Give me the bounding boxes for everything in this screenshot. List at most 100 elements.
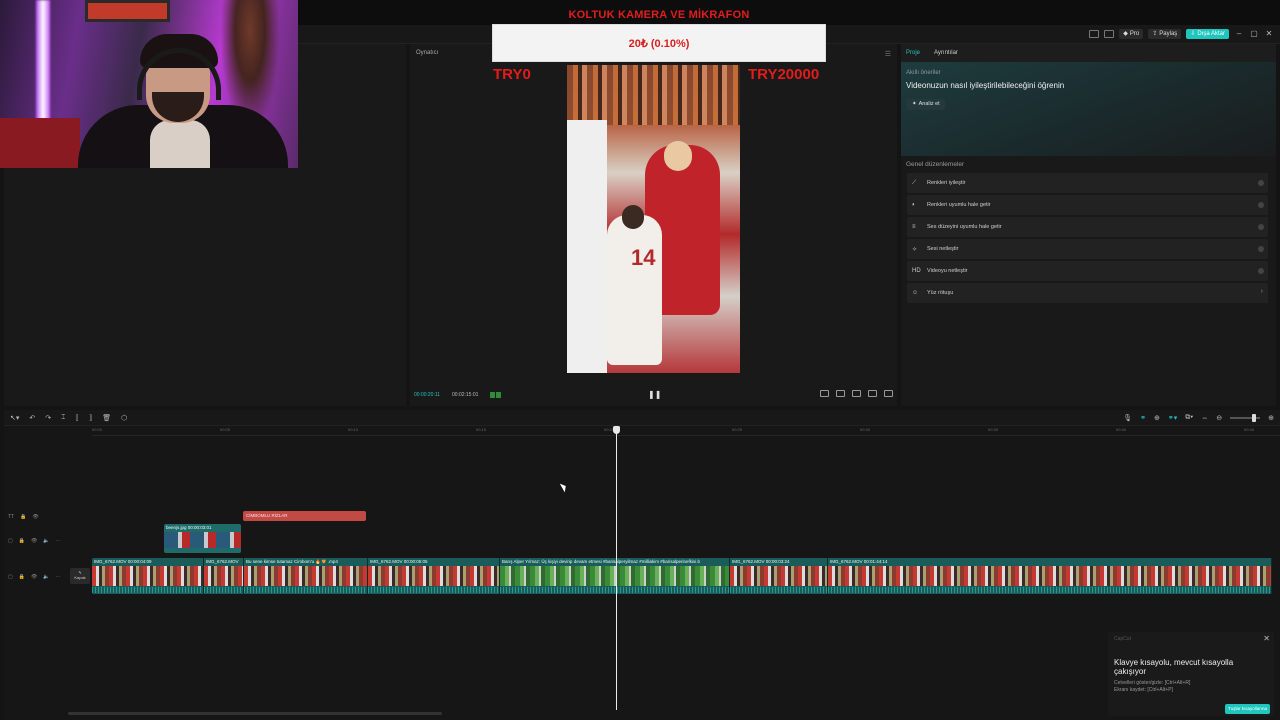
- eye-icon[interactable]: 👁: [31, 538, 37, 544]
- fullscreen-icon[interactable]: [884, 390, 893, 397]
- export-button[interactable]: ⇩ Dışa Aktar: [1186, 29, 1229, 39]
- edit-toggle[interactable]: [1258, 202, 1264, 208]
- timeline-tools-right: 🎙 ⚭ ⊕ ⚭▾ ⧉▾ ⇔ ⊖ ⊕: [1123, 414, 1274, 422]
- speaker-icon[interactable]: 🔈: [43, 538, 49, 544]
- ruler-tick: 00:45: [1244, 427, 1255, 432]
- edit-retouch[interactable]: ☺ Yüz rötuşu ›: [907, 283, 1268, 303]
- crop-icon[interactable]: [820, 390, 829, 397]
- snap-icon[interactable]: ⚭▾: [1168, 414, 1177, 422]
- current-time: 00:00:20:11: [414, 392, 441, 398]
- edit-label: Ses düzeyini uyumlu hale getir: [927, 224, 1002, 230]
- export-label: Dışa Aktar: [1197, 31, 1225, 37]
- ruler-tick: 00:30: [860, 427, 871, 432]
- aspect-icon[interactable]: [868, 390, 877, 397]
- share-button[interactable]: ⇪ Paylaş: [1148, 29, 1182, 39]
- select-tool-icon[interactable]: ↖▾: [10, 414, 19, 422]
- chair: [0, 118, 80, 168]
- lock-icon[interactable]: 🔒: [19, 538, 25, 544]
- eye-icon[interactable]: 👁: [31, 574, 37, 580]
- face-icon: ☺: [912, 290, 919, 296]
- overlay-track-icon: ▢: [8, 538, 13, 544]
- video-clip[interactable]: IMG_6762.MOV: [204, 558, 244, 594]
- link-icon[interactable]: ⚭: [1140, 414, 1146, 422]
- time-ruler[interactable]: 00:00 00:05 00:10 00:15 00:20 00:25 00:3…: [92, 426, 1280, 436]
- zoom-slider-knob[interactable]: [1252, 414, 1257, 422]
- clip-label: IMG_6762.MOV 00:00:05:05: [370, 559, 428, 564]
- text-clip-label: CİMBOMLU RİZLAR: [246, 513, 288, 518]
- cover-button[interactable]: ✎ Kapak: [70, 568, 90, 584]
- cover-label: Kapak: [74, 575, 86, 580]
- preview-icon[interactable]: ⧉▾: [1185, 414, 1193, 422]
- zoom-fit-icon[interactable]: [852, 390, 861, 397]
- monitor-icon[interactable]: [1104, 30, 1115, 38]
- close-icon[interactable]: ✕: [1264, 29, 1274, 39]
- video-clip[interactable]: IMG_6762.MOV 00:00:04:09: [92, 558, 204, 594]
- playhead[interactable]: [616, 426, 617, 710]
- lock-icon[interactable]: 🔒: [19, 574, 25, 580]
- delete-icon[interactable]: 🗑: [102, 414, 111, 422]
- zoom-out-icon[interactable]: ⊖: [1216, 414, 1222, 422]
- edit-match-colors[interactable]: ◐ Renkleri uyumlu hale getir: [907, 195, 1268, 215]
- wall-frame: [85, 0, 170, 22]
- video-clip[interactable]: Bu sene kimse tutamaz Cimbom'u 🔥🦁 .mp4: [244, 558, 368, 594]
- zoom-in-icon[interactable]: ⊕: [1268, 414, 1274, 422]
- main-video-track[interactable]: IMG_6762.MOV 00:00:04:09 IMG_6762.MOV Bu…: [92, 558, 1272, 594]
- media-panel: [4, 168, 406, 406]
- share-label: Paylaş: [1159, 31, 1178, 37]
- speaker-icon[interactable]: 🔈: [43, 574, 49, 580]
- shield-icon[interactable]: ⬡: [121, 414, 127, 422]
- wand-icon: ⟋: [912, 179, 917, 186]
- trim-left-icon[interactable]: ⟦: [75, 414, 78, 422]
- text-clip[interactable]: CİMBOMLU RİZLAR: [243, 511, 366, 521]
- maximize-icon[interactable]: ▢: [1249, 29, 1259, 39]
- minimize-icon[interactable]: –: [1234, 29, 1244, 39]
- video-clip[interactable]: IMG_6762.MOV 00:00:03:24: [730, 558, 828, 594]
- playhead-handle[interactable]: [613, 426, 620, 434]
- edit-enhance-video[interactable]: HD Videoyu netleştir: [907, 261, 1268, 281]
- tab-project[interactable]: Proje: [906, 50, 920, 56]
- fit-icon[interactable]: ⇔: [1201, 415, 1208, 422]
- toast-action-button[interactable]: Tuşlar kısayollarına: [1225, 704, 1270, 714]
- tab-details[interactable]: Ayrıntılar: [934, 50, 958, 56]
- share-icon: ⇪: [1152, 31, 1158, 37]
- edit-toggle[interactable]: [1258, 268, 1264, 274]
- ruler-tick: 00:40: [1116, 427, 1127, 432]
- close-icon[interactable]: ✕: [1263, 634, 1270, 643]
- timeline-toolbar: ↖▾ ↶ ↷ ⌶ ⟦ ⟧ 🗑 ⬡ 🎙 ⚭ ⊕ ⚭▾ ⧉▾ ⇔ ⊖ ⊕: [4, 410, 1280, 426]
- magnet-icon[interactable]: ⊕: [1154, 414, 1160, 422]
- image-clip[interactable]: beenjs.jpg 00:00:03:01: [164, 524, 241, 553]
- pro-badge[interactable]: ◆ Pro: [1119, 29, 1144, 39]
- edit-label: Yüz rötuşu: [927, 290, 954, 296]
- edit-toggle[interactable]: [1258, 180, 1264, 186]
- undo-icon[interactable]: ↶: [29, 414, 35, 422]
- edit-enhance-colors[interactable]: ⟋ Renkleri iyileştir: [907, 173, 1268, 193]
- media-panel-header: [298, 44, 406, 168]
- clip-label: IMG_6762.MOV 00:01:44:14: [830, 559, 888, 564]
- split-icon[interactable]: ⌶: [61, 414, 65, 422]
- eye-icon[interactable]: 👁: [32, 514, 38, 520]
- more-icon[interactable]: ⋯: [56, 538, 61, 544]
- ratio-icon[interactable]: [836, 390, 845, 397]
- clip-thumbnails: [204, 566, 243, 586]
- diamond-icon: ◆: [1123, 31, 1128, 37]
- zoom-slider[interactable]: [1230, 414, 1261, 422]
- more-icon[interactable]: ⋯: [56, 574, 61, 580]
- layout-icon[interactable]: [1089, 30, 1100, 38]
- edit-toggle[interactable]: [1258, 224, 1264, 230]
- redo-icon[interactable]: ↷: [45, 414, 51, 422]
- video-clip[interactable]: IMG_6762.MOV 00:01:44:14: [828, 558, 1272, 594]
- menu-icon[interactable]: ☰: [885, 50, 891, 58]
- edit-match-loudness[interactable]: ≡ Ses düzeyini uyumlu hale getir: [907, 217, 1268, 237]
- banner-title: KOLTUK KAMERA VE MİKRAFON: [568, 9, 750, 21]
- video-preview[interactable]: 14: [567, 65, 740, 373]
- pause-button[interactable]: ❚❚: [648, 390, 661, 399]
- video-clip[interactable]: Barış Alper Yılmaz: Üç kişiyi devirip de…: [500, 558, 730, 594]
- analyze-button[interactable]: ✦ Analiz et: [907, 99, 945, 110]
- mic-icon[interactable]: 🎙: [1123, 414, 1132, 422]
- lock-icon[interactable]: 🔒: [20, 514, 26, 520]
- edit-enhance-voice[interactable]: ✧ Sesi netleştir: [907, 239, 1268, 259]
- timeline-scrollbar[interactable]: [68, 712, 442, 715]
- edit-toggle[interactable]: [1258, 246, 1264, 252]
- trim-right-icon[interactable]: ⟧: [89, 414, 92, 422]
- video-clip[interactable]: IMG_6762.MOV 00:00:05:05: [368, 558, 500, 594]
